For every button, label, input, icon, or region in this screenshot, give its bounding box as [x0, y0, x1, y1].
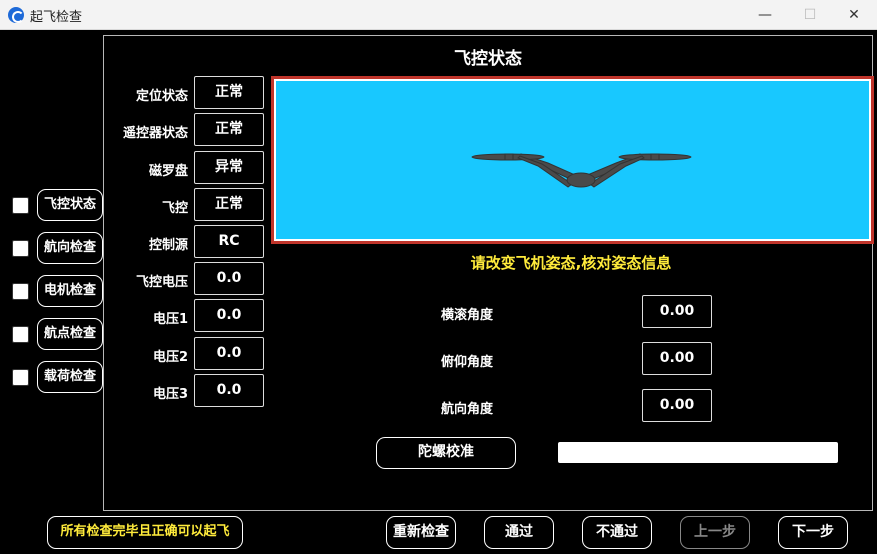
- instruction-text: 请改变飞机姿态,核对姿态信息: [470, 254, 672, 272]
- compass-label: 磁罗盘: [148, 164, 188, 179]
- next-step-button[interactable]: 下一步: [778, 516, 848, 549]
- window-title: 起飞检查: [30, 10, 83, 25]
- compass-value: 异常: [194, 151, 264, 184]
- roll-angle-label: 横滚角度: [440, 308, 493, 323]
- maximize-button[interactable]: ☐: [787, 0, 833, 30]
- voltage1-value: 0.0: [194, 299, 264, 332]
- checklist-item-motor: 电机检查: [12, 275, 104, 307]
- drone-model-icon: [471, 153, 692, 188]
- voltage2-label: 电压2: [152, 350, 188, 365]
- recheck-button[interactable]: 重新检查: [386, 516, 456, 549]
- fail-button[interactable]: 不通过: [582, 516, 652, 549]
- heading-check-button[interactable]: 航向检查: [37, 232, 103, 264]
- flight-control-status-button[interactable]: 飞控状态: [37, 189, 103, 221]
- attitude-3d-view[interactable]: [276, 81, 869, 239]
- checklist-item-heading: 航向检查: [12, 232, 104, 264]
- attitude-view-frame: [271, 76, 874, 244]
- payload-check-button[interactable]: 载荷检查: [37, 361, 103, 393]
- voltage2-value: 0.0: [194, 337, 264, 370]
- checkbox[interactable]: [12, 369, 29, 386]
- roll-angle-value: 0.00: [642, 295, 712, 328]
- checklist-item-waypoint: 航点检查: [12, 318, 104, 350]
- ready-to-takeoff-note: 所有检查完毕且正确可以起飞: [47, 516, 243, 549]
- heading-angle-value: 0.00: [642, 389, 712, 422]
- gyro-calibration-progress: [558, 442, 838, 463]
- remote-status-value: 正常: [194, 113, 264, 146]
- waypoint-check-button[interactable]: 航点检查: [37, 318, 103, 350]
- flight-controller-value: 正常: [194, 188, 264, 221]
- positioning-status-label: 定位状态: [135, 89, 188, 104]
- checklist-item-payload: 载荷检查: [12, 361, 104, 393]
- control-source-value: RC: [194, 225, 264, 258]
- voltage3-label: 电压3: [152, 387, 188, 402]
- panel-title: 飞控状态: [454, 49, 522, 69]
- remote-status-label: 遥控器状态: [122, 126, 188, 141]
- positioning-status-value: 正常: [194, 76, 264, 109]
- pitch-angle-value: 0.00: [642, 342, 712, 375]
- previous-step-button[interactable]: 上一步: [680, 516, 750, 549]
- checkbox[interactable]: [12, 197, 29, 214]
- checklist-item-flight-control: 飞控状态: [12, 189, 104, 221]
- pass-button[interactable]: 通过: [484, 516, 554, 549]
- title-bar: 起飞检查 — ☐ ✕: [0, 0, 877, 30]
- voltage3-value: 0.0: [194, 374, 264, 407]
- flight-control-panel: 飞控状态 定位状态 正常 遥控器状态 正常 磁罗盘 异常 飞控 正常 控制源 R…: [103, 35, 874, 511]
- close-button[interactable]: ✕: [831, 0, 877, 30]
- flight-controller-label: 飞控: [161, 201, 188, 216]
- gyro-calibrate-button[interactable]: 陀螺校准: [376, 437, 516, 469]
- fc-voltage-value: 0.0: [194, 262, 264, 295]
- minimize-button[interactable]: —: [742, 0, 788, 30]
- control-source-label: 控制源: [148, 238, 188, 253]
- heading-angle-label: 航向角度: [440, 402, 493, 417]
- fc-voltage-label: 飞控电压: [135, 275, 188, 290]
- checkbox[interactable]: [12, 326, 29, 343]
- voltage1-label: 电压1: [152, 312, 188, 327]
- checkbox[interactable]: [12, 283, 29, 300]
- motor-check-button[interactable]: 电机检查: [37, 275, 103, 307]
- pitch-angle-label: 俯仰角度: [440, 355, 493, 370]
- app-icon: [8, 7, 24, 23]
- checkbox[interactable]: [12, 240, 29, 257]
